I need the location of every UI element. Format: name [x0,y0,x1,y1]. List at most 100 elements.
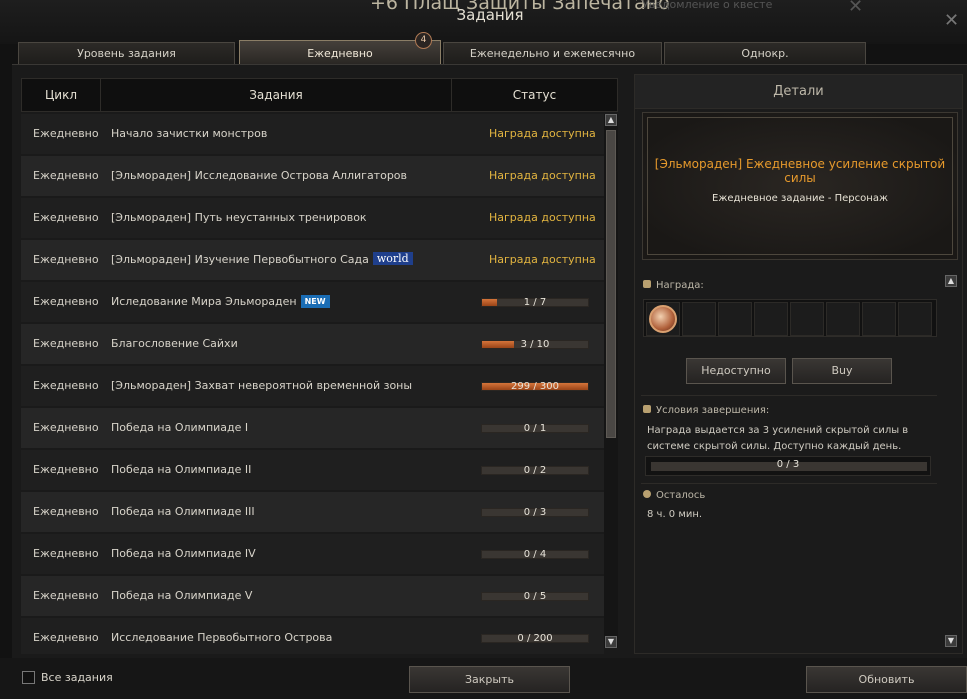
table-row[interactable]: Ежедневно Благословение Сайхи 3 / 10 [21,324,604,364]
progress-text: 299 / 300 [511,381,559,392]
column-header-cycle[interactable]: Цикл [22,79,101,111]
quest-list-scrollbar[interactable]: ▲ ▼ [604,114,618,648]
row-cycle: Ежедневно [33,421,99,434]
scroll-up-icon[interactable]: ▲ [605,114,617,126]
details-header: Детали [635,75,962,109]
tab-label: Уровень задания [77,47,176,60]
quest-info-frame: [Эльмораден] Ежедневное усиление скрытой… [642,112,958,260]
coin-icon [649,305,677,333]
reward-available-status: Награда доступна [489,211,596,224]
table-row[interactable]: Ежедневно Исследование Первобытного Остро… [21,618,604,654]
details-scroll-up-icon[interactable]: ▲ [945,275,957,287]
conditions-section-label: Условия завершения: [643,405,769,416]
tab-daily[interactable]: Ежедневно 4 [239,32,441,64]
table-row[interactable]: Ежедневно [Эльмораден] Изучение Первобытн… [21,240,604,280]
reward-slot[interactable] [646,302,680,336]
row-task-name: Благословение Сайхи [111,324,238,364]
reward-slot [754,302,788,336]
row-cycle: Ежедневно [33,127,99,140]
row-task-name: Победа на Олимпиаде IV [111,534,256,574]
progress-text: 0 / 2 [523,465,547,476]
progress-text: 0 / 3 [523,507,547,518]
tab-label: Ежедневно [307,47,373,60]
conditions-text: Награда выдается за 3 усилений скрытой с… [647,425,909,452]
row-task-name: Победа на Олимпиаде II [111,450,251,490]
row-task-text: Начало зачистки монстров [111,127,268,140]
row-task-text: Победа на Олимпиаде III [111,505,255,518]
all-tasks-checkbox[interactable] [22,671,35,684]
row-task-text: Иследование Мира Эльмораден [111,295,297,308]
refresh-button[interactable]: Обновить [806,666,967,693]
table-row[interactable]: Ежедневно Победа на Олимпиаде IV 0 / 4 [21,534,604,574]
row-task-text: [Эльмораден] Изучение Первобытного Сада [111,253,369,266]
table-row[interactable]: Ежедневно Иследование Мира Эльмораден NEW 1… [21,282,604,322]
details-panel: Детали [Эльмораден] Ежедневное усиление … [634,74,963,654]
reward-bag-icon [643,280,651,288]
progress-bar: 0 / 200 [481,633,589,644]
close-button[interactable]: Закрыть [409,666,570,693]
progress-bar: 0 / 4 [481,549,589,560]
scroll-down-icon[interactable]: ▼ [605,636,617,648]
conditions-progress-text: 0 / 3 [776,459,800,470]
progress-text: 0 / 1 [523,423,547,434]
row-task-name: Исследование Первобытного Острова [111,618,332,654]
scroll-thumb[interactable] [606,130,616,438]
tab-one-time[interactable]: Однокр. [664,42,866,64]
row-task-text: Победа на Олимпиаде IV [111,547,256,560]
column-header-task[interactable]: Задания [101,79,452,111]
table-row[interactable]: Ежедневно Победа на Олимпиаде III 0 / 3 [21,492,604,532]
quest-list: Ежедневно Начало зачистки монстров Награда… [21,114,604,654]
table-row[interactable]: Ежедневно Начало зачистки монстров Награда… [21,114,604,154]
row-cycle: Ежедневно [33,211,99,224]
row-cycle: Ежедневно [33,505,99,518]
buy-button[interactable]: Buy [792,358,892,384]
row-task-text: Победа на Олимпиаде I [111,421,249,434]
quest-title: [Эльмораден] Ежедневное усиление скрытой… [654,157,946,185]
progress-bar: 3 / 10 [481,339,589,350]
row-task-text: Победа на Олимпиаде II [111,463,252,476]
table-row[interactable]: Ежедневно Победа на Олимпиаде II 0 / 2 [21,450,604,490]
row-task-name: Победа на Олимпиаде V [111,576,252,616]
progress-bar: 1 / 7 [481,297,589,308]
row-task-name: [Эльмораден] Исследование Острова Аллига… [111,156,407,196]
row-task-name: Победа на Олимпиаде I [111,408,248,448]
reward-slot [898,302,932,336]
column-header-status[interactable]: Статус [452,79,617,111]
row-task-text: [Эльмораден] Захват невероятной временно… [111,379,413,392]
row-cycle: Ежедневно [33,463,99,476]
table-row[interactable]: Ежедневно [Эльмораден] Захват невероятной… [21,366,604,406]
progress-text: 3 / 10 [520,339,550,350]
row-cycle: Ежедневно [33,169,99,182]
row-task-name: Победа на Олимпиаде III [111,492,255,532]
progress-text: 0 / 5 [523,591,547,602]
progress-bar: 299 / 300 [481,381,589,392]
row-cycle: Ежедневно [33,337,99,350]
conditions-progress-bar: 0 / 3 [645,456,931,476]
tab-weekly-monthly[interactable]: Еженедельно и ежемесячно [443,42,662,64]
table-row[interactable]: Ежедневно Победа на Олимпиаде V 0 / 5 [21,576,604,616]
reward-available-status: Награда доступна [489,127,596,140]
progress-text: 0 / 4 [523,549,547,560]
new-tag: NEW [300,295,330,308]
reward-slot [826,302,860,336]
conditions-label-text: Условия завершения: [656,405,770,416]
window-title: Задания [456,6,524,24]
table-row[interactable]: Ежедневно Победа на Олимпиаде I 0 / 1 [21,408,604,448]
remaining-section-label: Осталось [643,490,705,501]
row-cycle: Ежедневно [33,295,99,308]
reward-section-label: Награда: [643,280,704,291]
reward-slot [682,302,716,336]
table-row[interactable]: Ежедневно [Эльмораден] Путь неустанных тр… [21,198,604,238]
row-cycle: Ежедневно [33,547,99,560]
reward-slots [643,299,937,337]
progress-bar: 0 / 3 [481,507,589,518]
reward-label-text: Награда: [656,280,704,291]
row-cycle: Ежедневно [33,631,99,644]
tab-quest-level[interactable]: Уровень задания [18,42,235,64]
tab-label: Однокр. [741,47,789,60]
details-scroll-down-icon[interactable]: ▼ [945,635,957,647]
unavailable-button[interactable]: Недоступно [686,358,786,384]
table-row[interactable]: Ежедневно [Эльмораден] Исследование Остро… [21,156,604,196]
row-task-text: [Эльмораден] Исследование Острова Аллига… [111,169,408,182]
tab-label: Еженедельно и ежемесячно [469,47,636,60]
